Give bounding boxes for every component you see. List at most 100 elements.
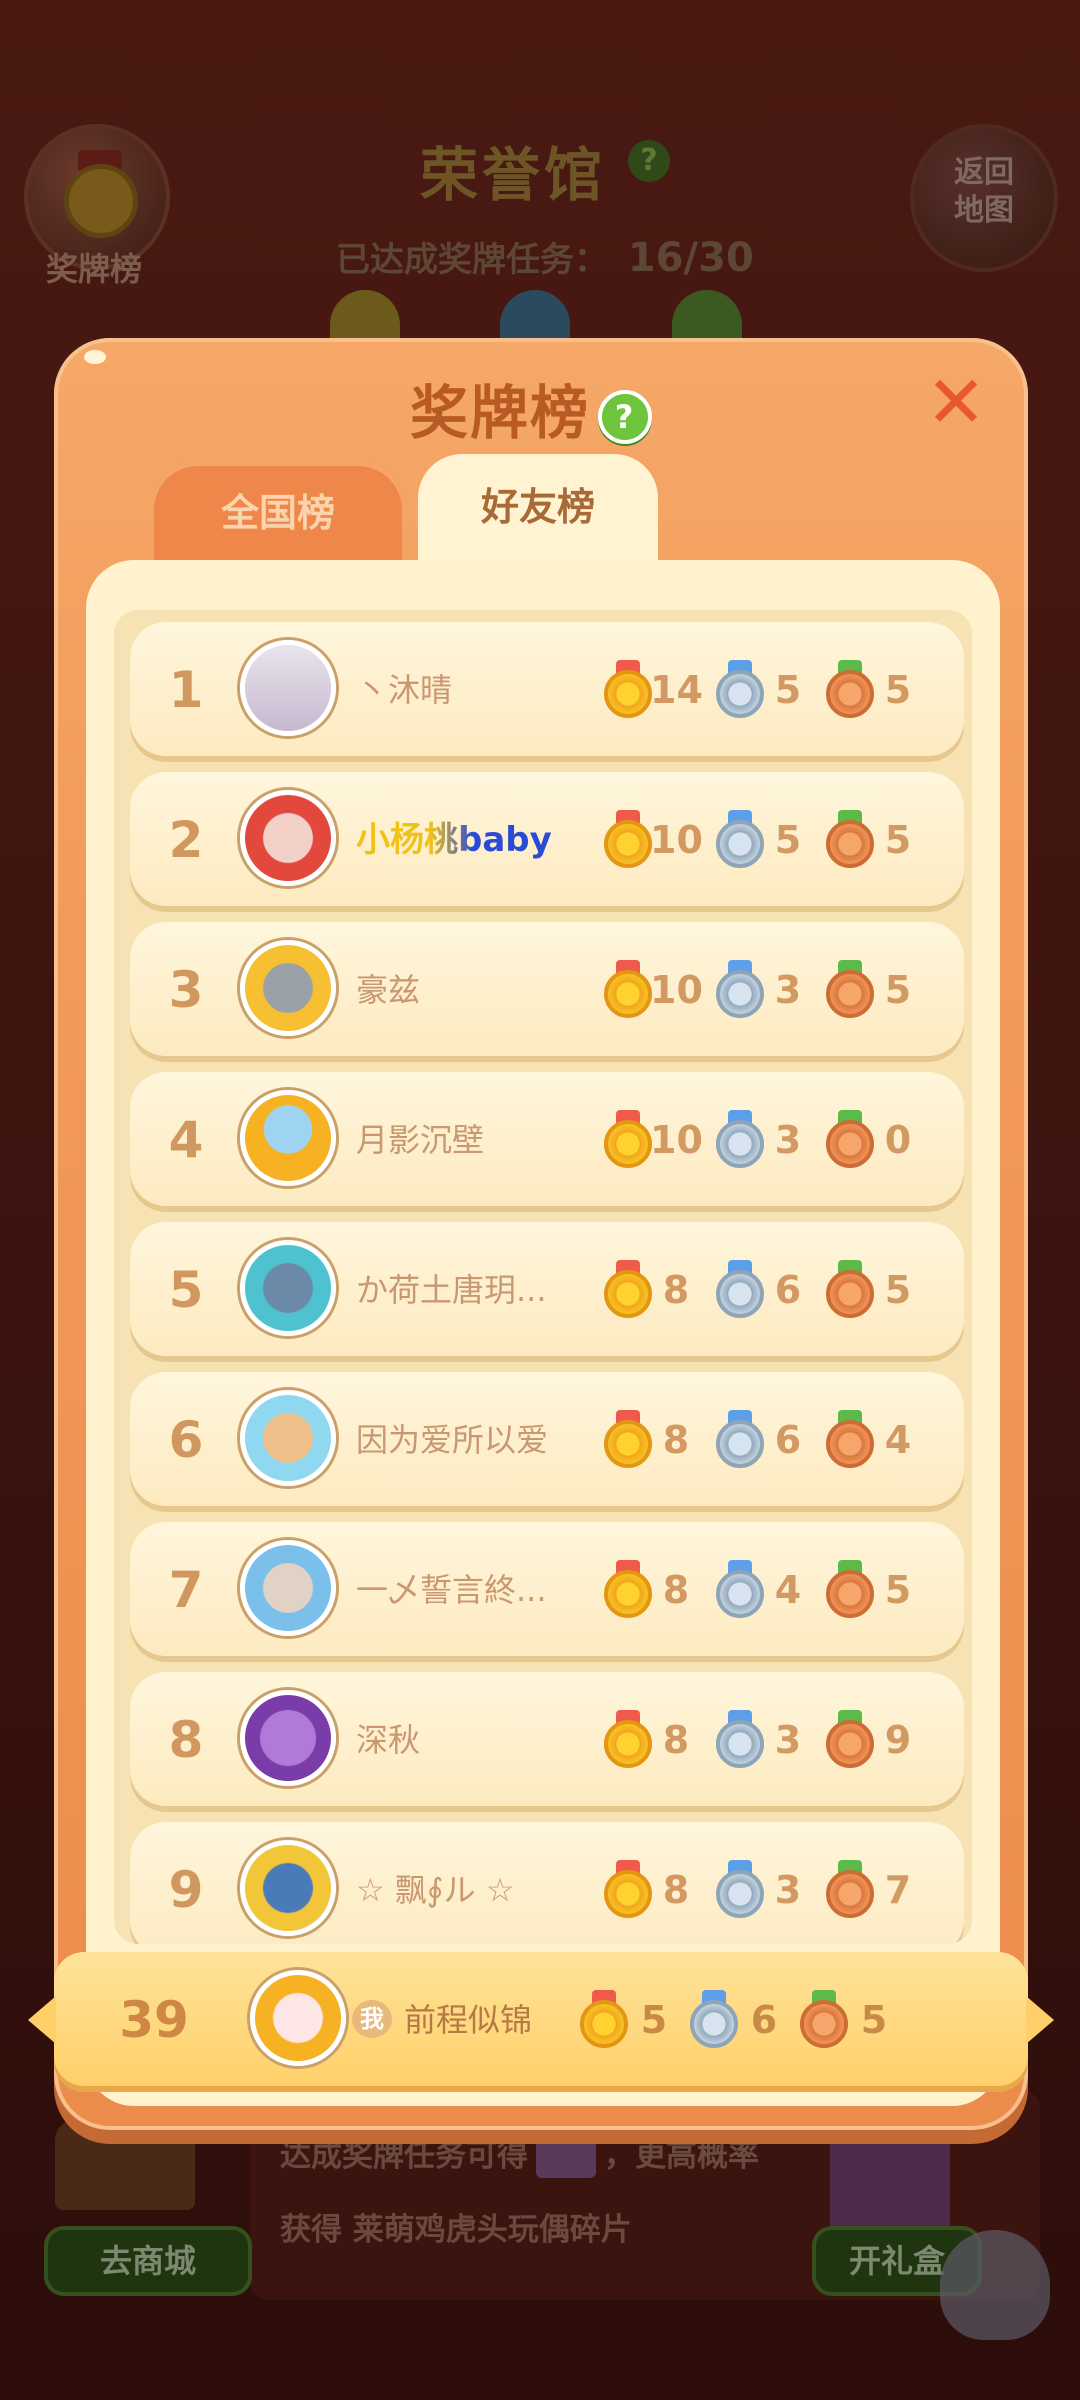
rank-number: 9 (168, 1861, 204, 1919)
gold-count: 10 (650, 968, 703, 1012)
gold-count: 10 (650, 818, 703, 862)
silver-medal-icon (716, 660, 764, 718)
close-button[interactable]: ✕ (924, 366, 988, 438)
shop-button: 去商城 (44, 2226, 252, 2296)
player-name: 因为爱所以爱 (356, 1421, 549, 1459)
rank-number: 5 (168, 1261, 204, 1319)
bronze-medal-icon (826, 1560, 874, 1618)
silver-medal-icon (716, 1560, 764, 1618)
bronze-medal-icon (826, 1110, 874, 1168)
player-name: 前程似锦 (404, 2001, 533, 2039)
medal-leaderboard-modal: 奖牌榜? ✕ 全国榜 好友榜 1 丶沐晴 14 5 5 2 小杨桃baby 10 5 5 3 豪兹 10… (28, 338, 1054, 2130)
return-label-2: 地图 (954, 193, 1014, 228)
avatar[interactable] (240, 1690, 336, 1786)
leaderboard-panel: 1 丶沐晴 14 5 5 2 小杨桃baby 10 5 5 3 豪兹 10 3 5 4 月影沉壁 10 3 0 5 か荷土… (86, 560, 1000, 2106)
avatar[interactable] (240, 640, 336, 736)
help-icon[interactable]: ? (598, 389, 652, 444)
reward-text-2: 获得 莱萌鸡虎头玩偶碎片 (280, 2212, 632, 2248)
avatar[interactable] (240, 1540, 336, 1636)
gold-medal-icon (604, 1710, 652, 1768)
table-row[interactable]: 8 深秋 8 3 9 (130, 1672, 964, 1806)
bronze-medal-icon (826, 660, 874, 718)
gold-medal-icon (604, 660, 652, 718)
silver-count: 3 (774, 1118, 802, 1162)
player-name: 豪兹 (356, 971, 421, 1009)
player-name: 深秋 (356, 1721, 421, 1759)
table-row[interactable]: 3 豪兹 10 3 5 (130, 922, 964, 1056)
avatar[interactable] (240, 790, 336, 886)
pointing-hand-icon (940, 2230, 1050, 2340)
reward-text-1: 达成奖牌任务可得 ，更高概率 (280, 2130, 759, 2178)
rank-number: 4 (168, 1111, 204, 1169)
silver-medal-icon (716, 960, 764, 1018)
tab-national[interactable]: 全国榜 (154, 460, 402, 564)
avatar[interactable] (240, 1390, 336, 1486)
silver-count: 5 (774, 668, 802, 712)
silver-count: 4 (774, 1568, 802, 1612)
avatar[interactable] (250, 1970, 346, 2066)
rank-number: 7 (168, 1561, 204, 1619)
gold-medal-icon (330, 290, 400, 340)
avatar[interactable] (240, 1240, 336, 1336)
gold-count: 8 (662, 1718, 690, 1762)
bronze-medal-icon (826, 1860, 874, 1918)
shop-icon (55, 2120, 195, 2210)
bronze-count: 5 (884, 968, 912, 1012)
silver-count: 3 (774, 1718, 802, 1762)
gold-count: 10 (650, 1118, 703, 1162)
table-row[interactable]: 1 丶沐晴 14 5 5 (130, 622, 964, 756)
rank-number: 39 (119, 1991, 189, 2049)
table-row[interactable]: 7 一乄誓言終... 8 4 5 (130, 1522, 964, 1656)
gold-medal-icon (580, 1990, 628, 2048)
sparkle-icon (84, 350, 106, 364)
bronze-medal-icon (826, 810, 874, 868)
gold-count: 8 (662, 1418, 690, 1462)
gold-medal-icon (604, 1110, 652, 1168)
silver-medal-icon (716, 810, 764, 868)
medal-icon (64, 164, 138, 238)
return-label-1: 返回 (954, 155, 1014, 190)
bronze-count: 7 (884, 1868, 912, 1912)
rank-number: 3 (168, 961, 204, 1019)
my-rank-row[interactable]: 39 我 前程似锦 5 6 5 (28, 1952, 1054, 2086)
table-row[interactable]: 2 小杨桃baby 10 5 5 (130, 772, 964, 906)
silver-count: 3 (774, 1868, 802, 1912)
tab-friends[interactable]: 好友榜 (418, 454, 658, 566)
gold-count: 14 (650, 668, 703, 712)
gold-count: 8 (662, 1568, 690, 1612)
gold-count: 5 (640, 1998, 668, 2042)
rank-number: 8 (168, 1711, 204, 1769)
bronze-count: 5 (884, 668, 912, 712)
avatar[interactable] (240, 1090, 336, 1186)
rank-number: 1 (168, 661, 204, 719)
silver-medal-icon (716, 1410, 764, 1468)
me-badge: 我 (352, 2000, 392, 2038)
player-name: 一乄誓言終... (356, 1571, 547, 1609)
silver-count: 3 (774, 968, 802, 1012)
bronze-count: 0 (884, 1118, 912, 1162)
silver-medal-icon (716, 1260, 764, 1318)
player-name: 丶沐晴 (356, 671, 453, 709)
modal-title-text: 奖牌榜 (409, 379, 590, 447)
table-row[interactable]: 4 月影沉壁 10 3 0 (130, 1072, 964, 1206)
bronze-medal-icon (826, 1260, 874, 1318)
progress-value: 16/30 (627, 235, 754, 281)
silver-count: 5 (774, 818, 802, 862)
bronze-medal-icon (826, 1710, 874, 1768)
player-name: 小杨桃baby (356, 772, 552, 906)
table-row[interactable]: 5 か荷土唐玥... 8 6 5 (130, 1222, 964, 1356)
silver-count: 6 (750, 1998, 778, 2042)
bronze-medal-icon (800, 1990, 848, 2048)
gold-medal-icon (604, 960, 652, 1018)
leaderboard-list[interactable]: 1 丶沐晴 14 5 5 2 小杨桃baby 10 5 5 3 豪兹 10 3 5 4 月影沉壁 10 3 0 5 か荷土… (114, 610, 972, 1944)
avatar[interactable] (240, 1840, 336, 1936)
player-name: ☆ 飘∮ル ☆ (356, 1871, 515, 1909)
gold-count: 8 (662, 1868, 690, 1912)
return-map-button: 返回 地图 (910, 124, 1058, 272)
table-row[interactable]: 9 ☆ 飘∮ル ☆ 8 3 7 (130, 1822, 964, 1944)
hall-title: 荣誉馆 (420, 141, 607, 209)
bronze-medal-icon (826, 1410, 874, 1468)
avatar[interactable] (240, 940, 336, 1036)
table-row[interactable]: 6 因为爱所以爱 8 6 4 (130, 1372, 964, 1506)
silver-medal-icon (716, 1110, 764, 1168)
